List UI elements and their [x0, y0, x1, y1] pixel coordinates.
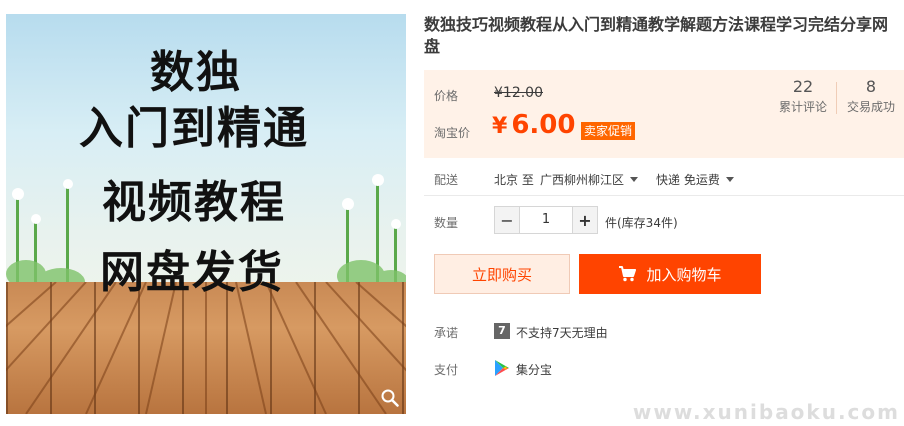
currency-symbol: ¥: [492, 114, 508, 139]
buy-now-label: 立即购买: [471, 265, 532, 284]
sales-stat: 8 交易成功: [840, 76, 902, 116]
original-price: ¥12.00: [494, 85, 543, 101]
destination-text: 广西柳州柳江区: [540, 173, 625, 187]
image-text-line: 视频教程: [102, 177, 286, 228]
product-image[interactable]: 数独 入门到精通 视频教程 网盘发货: [6, 14, 406, 414]
quantity-stepper: − 1 +: [494, 206, 598, 234]
sale-amount: 6.00: [511, 110, 576, 140]
taobao-price-label: 淘宝价: [434, 126, 471, 140]
caret-down-icon: [725, 177, 734, 182]
magnifier-icon[interactable]: [378, 386, 402, 410]
destination-selector[interactable]: 广西柳州柳江区: [540, 171, 639, 188]
sales-label: 交易成功: [846, 100, 895, 114]
increase-button[interactable]: +: [572, 206, 598, 234]
watermark: www.xunibaoku.com: [632, 400, 900, 424]
wooden-floor: [6, 282, 406, 414]
caret-down-icon: [630, 177, 639, 182]
delivery-label: 配送: [434, 173, 459, 187]
price-label: 价格: [434, 89, 459, 103]
reviews-count: 22: [792, 77, 814, 96]
divider: [424, 195, 904, 196]
seven-day-badge-icon: 7: [494, 323, 510, 339]
payment-method: 集分宝: [516, 363, 553, 377]
decrease-button[interactable]: −: [494, 206, 520, 234]
promo-badge: 卖家促销: [581, 122, 636, 140]
sales-count: 8: [865, 77, 877, 96]
stat-divider: [836, 82, 837, 114]
reviews-stat[interactable]: 22 累计评论: [772, 76, 834, 116]
quantity-label: 数量: [434, 216, 459, 230]
sale-price: ¥6.00: [492, 110, 575, 140]
payment-label: 支付: [434, 363, 459, 377]
image-text-line: 网盘发货: [100, 247, 284, 298]
add-to-cart-label: 加入购物车: [646, 265, 722, 284]
image-text-line: 数独: [150, 47, 242, 98]
shipping-text: 快递 免运费: [656, 173, 720, 187]
product-title: 数独技巧视频教程从入门到精通教学解题方法课程学习完结分享网盘: [424, 15, 889, 56]
promise-label: 承诺: [434, 326, 459, 340]
reviews-label: 累计评论: [778, 100, 827, 114]
image-text-line: 入门到精通: [79, 103, 309, 154]
add-to-cart-button[interactable]: 加入购物车: [579, 254, 761, 294]
stock-text: 件(库存34件): [605, 216, 678, 230]
quantity-input[interactable]: 1: [520, 206, 572, 234]
jifenbao-play-icon: [494, 360, 510, 376]
delivery-origin: 北京 至: [494, 173, 534, 187]
promise-text: 不支持7天无理由: [516, 326, 608, 340]
buy-now-button[interactable]: 立即购买: [434, 254, 570, 294]
shopping-cart-icon: [618, 266, 637, 282]
price-panel: 价格 ¥12.00 淘宝价 ¥6.00 卖家促销 22 累计评论 8 交易成功: [424, 70, 904, 158]
shipping-selector[interactable]: 快递 免运费: [656, 171, 734, 188]
